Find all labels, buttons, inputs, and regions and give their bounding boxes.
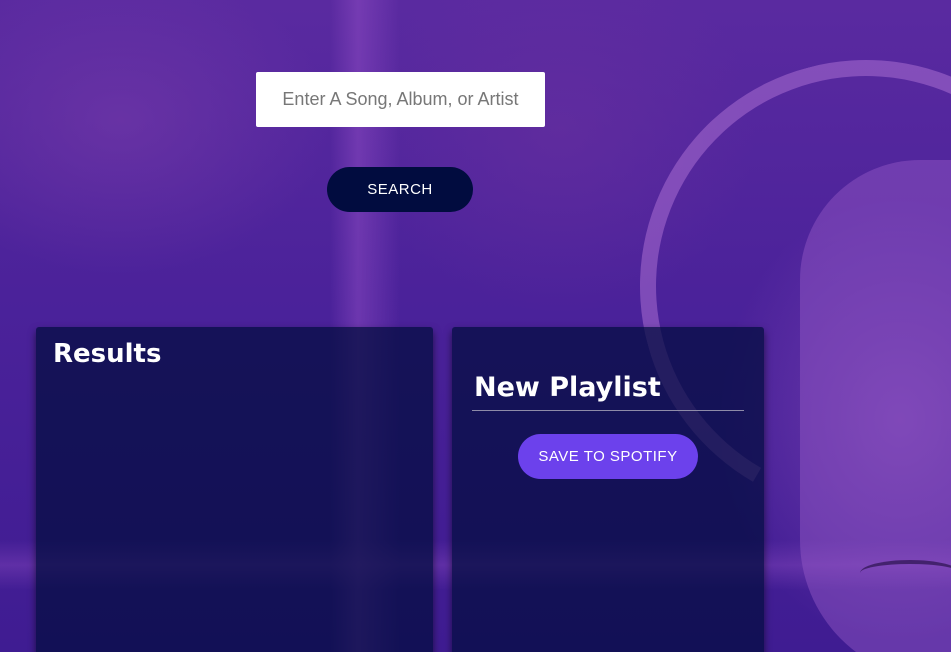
playlist-name-input[interactable] bbox=[472, 365, 744, 411]
background-eye bbox=[860, 560, 951, 586]
search-button[interactable]: SEARCH bbox=[327, 167, 473, 212]
results-title: Results bbox=[53, 339, 162, 369]
search-input[interactable] bbox=[256, 72, 545, 127]
results-panel: Results bbox=[36, 327, 433, 652]
playlist-panel: SAVE TO SPOTIFY bbox=[452, 327, 764, 652]
save-to-spotify-button[interactable]: SAVE TO SPOTIFY bbox=[518, 434, 698, 479]
